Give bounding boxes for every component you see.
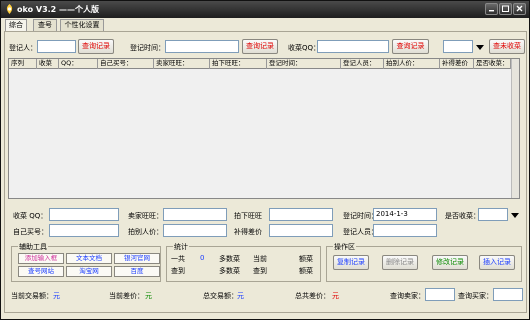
stats-current-label: 当前 (253, 255, 267, 263)
tools-group: 辅助工具 添加输入框 文本文档 银河官网 查号网站 淘宝网 百度 (11, 242, 161, 282)
form-seller-ww-input[interactable] (163, 208, 227, 221)
app-window: oko V3.2 ——个人版 综合 查号 个性化设置 登记人： 查询记录 登记时… (0, 0, 530, 320)
column-header[interactable]: 拍别人价： (384, 59, 440, 69)
minimize-icon (489, 10, 494, 12)
stats-multi-label: 多数菜 (219, 255, 240, 263)
title-bar[interactable]: oko V3.2 ——个人版 (1, 1, 529, 18)
form-seller-ww-label: 卖家旺旺： (128, 212, 163, 220)
find-uncollected-button[interactable]: 查未收菜 (489, 39, 525, 54)
total-diff-label: 总共差价： (295, 292, 330, 300)
reg-time-search-input[interactable] (165, 40, 239, 53)
registrant-label: 登记人： (9, 44, 37, 52)
add-input-box-button[interactable]: 添加输入框 (18, 253, 64, 264)
form-buyer-qq-input[interactable] (49, 208, 119, 221)
galaxy-site-button[interactable]: 银河官网 (114, 253, 160, 264)
window-title: oko V3.2 ——个人版 (17, 5, 100, 14)
query-seller-input[interactable] (425, 288, 455, 301)
column-header[interactable]: 登记人员： (341, 59, 384, 69)
taobao-button[interactable]: 淘宝网 (66, 266, 112, 277)
ops-group: 操作区 复制记录 删除记录 修改记录 插入记录 (326, 242, 522, 282)
query-seller-label: 查询卖家： (390, 292, 425, 300)
buyer-qq-search-input[interactable] (317, 40, 389, 53)
current-diff-value: 元 (145, 292, 152, 300)
copy-record-button[interactable]: 复制记录 (333, 255, 369, 270)
text-document-button[interactable]: 文本文档 (66, 253, 112, 264)
form-diff-label: 补得差价 (234, 228, 262, 236)
form-own-account-input[interactable] (49, 224, 119, 237)
stats-found-label: 查到 (171, 267, 185, 275)
form-registrant-input[interactable] (373, 224, 437, 237)
close-icon (516, 5, 523, 12)
stats-group-title: 统计 (173, 242, 189, 252)
form-buy-ww-input[interactable] (269, 208, 333, 221)
column-header[interactable]: 收菜 (37, 59, 59, 69)
total-amount-value: 元 (237, 292, 244, 300)
stats-amount-label-2: 额菜 (299, 267, 313, 275)
column-header[interactable]: QQ： (59, 59, 98, 69)
form-bid-price-input[interactable] (163, 224, 227, 237)
column-header[interactable]: 卖家旺旺： (154, 59, 210, 69)
chevron-down-icon (476, 45, 484, 50)
query-buyer-label: 查询买家： (458, 292, 493, 300)
ops-group-title: 操作区 (333, 242, 356, 252)
total-amount-label: 总交易额： (203, 292, 238, 300)
column-header[interactable]: 自己买号： (98, 59, 154, 69)
column-header[interactable]: 序列 (9, 59, 37, 69)
total-diff-value: 元 (332, 292, 339, 300)
table-scrollbar[interactable] (511, 59, 519, 198)
form-bid-price-label: 拍别人价： (128, 228, 163, 236)
table-header: 序列 收菜 QQ： 自己买号： 卖家旺旺： 拍下旺旺： 登记时间： 登记人员： … (9, 59, 519, 69)
maximize-button[interactable] (499, 3, 512, 15)
current-amount-label: 当前交易额： (11, 292, 53, 300)
column-header[interactable]: 登记时间： (267, 59, 341, 69)
records-table[interactable]: 序列 收菜 QQ： 自己买号： 卖家旺旺： 拍下旺旺： 登记时间： 登记人员： … (8, 58, 520, 199)
current-diff-label: 当前差价： (109, 292, 144, 300)
stats-group: 统计 一共 0 多数菜 当前 额菜 查到 多数菜 查到 额菜 (166, 242, 321, 282)
form-collected-select[interactable] (478, 208, 519, 221)
registrant-search-input[interactable] (37, 40, 76, 53)
stats-found-label-2: 查到 (253, 267, 267, 275)
form-buyer-qq-label: 收菜 QQ： (13, 212, 48, 220)
column-header[interactable]: 拍下旺旺： (210, 59, 267, 69)
form-own-account-label: 自己买号： (13, 228, 48, 236)
stats-total-value: 0 (200, 254, 205, 262)
baidu-button[interactable]: 百度 (114, 266, 160, 277)
form-buy-ww-label: 拍下旺旺 (234, 212, 262, 220)
form-diff-input[interactable] (269, 224, 333, 237)
tab-personalize[interactable]: 个性化设置 (60, 19, 104, 31)
search-by-qq-button[interactable]: 查询记录 (392, 39, 429, 54)
form-collected-label: 是否收菜： (445, 212, 480, 220)
maximize-icon (502, 5, 509, 12)
form-reg-time-input[interactable]: 2014-1-3 (373, 208, 437, 221)
tab-check-account[interactable]: 查号 (33, 19, 57, 31)
delete-record-button[interactable]: 删除记录 (382, 255, 418, 270)
tools-group-title: 辅助工具 (18, 242, 48, 252)
column-header[interactable]: 补得差价 (440, 59, 474, 69)
chevron-down-icon (511, 213, 519, 218)
collect-status-select[interactable] (443, 40, 484, 53)
stats-multi-label-2: 多数菜 (219, 267, 240, 275)
app-icon (6, 4, 13, 14)
minimize-button[interactable] (485, 3, 498, 15)
check-account-site-button[interactable]: 查号网站 (18, 266, 64, 277)
column-header[interactable]: 是否收菜： (474, 59, 511, 69)
reg-time-label: 登记时间： (130, 44, 165, 52)
query-buyer-input[interactable] (493, 288, 523, 301)
search-by-registrant-button[interactable]: 查询记录 (78, 39, 114, 54)
edit-record-button[interactable]: 修改记录 (432, 255, 468, 270)
close-button[interactable] (513, 3, 526, 15)
stats-total-label: 一共 (171, 255, 185, 263)
current-amount-value: 元 (53, 292, 60, 300)
search-by-time-button[interactable]: 查询记录 (242, 39, 278, 54)
buyer-qq-label: 收菜QQ： (288, 44, 321, 52)
stats-amount-label: 额菜 (299, 255, 313, 263)
insert-record-button[interactable]: 插入记录 (479, 255, 515, 270)
